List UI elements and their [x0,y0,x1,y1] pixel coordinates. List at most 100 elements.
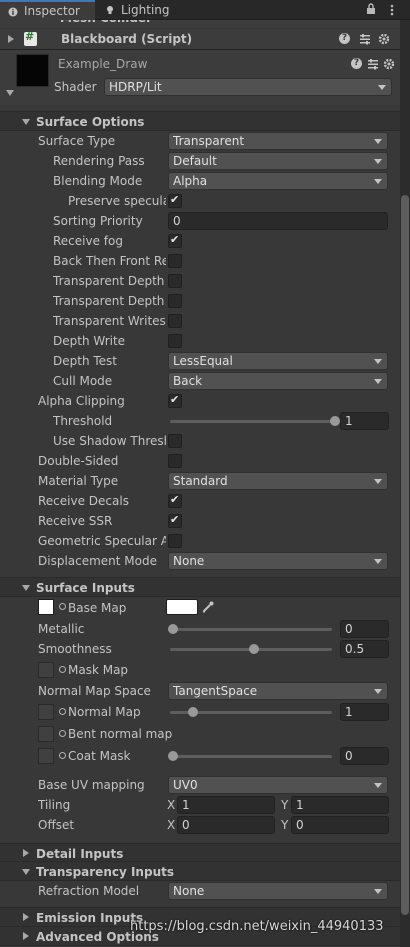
refraction-model-dropdown[interactable]: None [168,882,388,900]
transparent-writes-motion-checkbox[interactable] [168,314,182,328]
sorting-priority-value: 0 [173,214,181,228]
threshold-slider-knob[interactable] [330,416,340,426]
lock-icon[interactable] [366,3,376,15]
receive-decals-checkbox[interactable] [168,493,182,508]
depth-test-dropdown[interactable]: LessEqual [168,352,388,370]
preserve-specular-checkbox[interactable] [168,193,182,208]
coat-mask-slider-knob[interactable] [168,751,178,761]
displacement-mode-dropdown[interactable]: None [168,552,388,570]
tiling-y-field[interactable]: 1 [291,796,389,814]
transparent-depth-prepass-label: Transparent Depth P [53,274,166,288]
surface-inputs-header[interactable]: Surface Inputs [0,577,400,597]
object-picker-icon[interactable] [59,666,66,673]
blending-mode-label: Blending Mode [53,174,143,188]
blackboard-component-header[interactable]: # Blackboard (Script) ? [0,29,400,49]
coat-mask-slider-track[interactable] [170,755,332,758]
scrollbar-thumb[interactable] [401,195,409,915]
cull-mode-dropdown[interactable]: Back [168,372,388,390]
double-sided-checkbox[interactable] [168,454,182,468]
mesh-collider-header[interactable]: Mesh Collider [0,20,400,28]
base-color-swatch[interactable] [166,599,198,615]
normal-map-slider-knob[interactable] [188,707,199,717]
offset-label: Offset [38,818,75,832]
alpha-clipping-checkbox[interactable] [168,393,182,408]
preserve-specular-label: Preserve specula [68,194,166,208]
offset-y-label: Y [281,818,289,832]
use-shadow-threshold-checkbox[interactable] [168,434,182,448]
help-icon[interactable]: ? [339,33,350,44]
foldout-arrow-icon [23,932,29,940]
normal-map-space-dropdown[interactable]: TangentSpace [168,682,388,700]
normal-map-field[interactable]: 1 [340,703,389,721]
object-picker-icon[interactable] [59,752,66,759]
surface-options-header[interactable]: Surface Options [0,111,400,131]
surface-type-label: Surface Type [38,134,116,148]
transparency-inputs-header[interactable]: Transparency Inputs [0,861,400,881]
chevron-down-icon [374,559,382,564]
smoothness-slider-knob[interactable] [249,644,259,654]
normal-map-texture-slot[interactable] [38,704,54,720]
preset-icon[interactable] [359,33,371,45]
blending-mode-dropdown[interactable]: Alpha [168,172,388,190]
transparent-depth-prepass-checkbox[interactable] [168,274,182,288]
material-help-icon[interactable]: ? [351,58,362,69]
foldout-arrow-icon[interactable] [8,35,14,43]
metallic-slider-knob[interactable] [168,624,178,634]
material-type-dropdown[interactable]: Standard [168,472,388,490]
back-then-front-checkbox[interactable] [168,254,182,268]
smoothness-field[interactable]: 0.5 [340,640,389,658]
offset-y-field[interactable]: 0 [291,816,389,834]
sorting-priority-field[interactable]: 0 [168,212,388,230]
material-settings-icon[interactable] [383,58,395,70]
offset-x-field[interactable]: 0 [177,816,275,834]
tiling-x-field[interactable]: 1 [177,796,275,814]
settings-gear-icon[interactable] [378,33,390,45]
coat-mask-texture-slot[interactable] [38,748,54,764]
transparent-depth-postpass-label: Transparent Depth P [53,294,166,308]
normal-map-space-value: TangentSpace [173,684,258,698]
tab-lighting[interactable]: Lighting [97,0,177,20]
coat-mask-field[interactable]: 0 [340,747,389,765]
back-then-front-label: Back Then Front Ren [53,254,166,268]
material-foldout-icon[interactable] [6,90,14,96]
depth-write-checkbox[interactable] [168,334,182,348]
displacement-mode-value: None [173,554,205,568]
sorting-priority-label: Sorting Priority [53,214,143,228]
depth-test-value: LessEqual [173,354,233,368]
mask-map-texture-slot[interactable] [38,662,54,678]
chevron-down-icon [374,179,382,184]
metallic-field[interactable]: 0 [340,620,389,638]
material-name: Example_Draw [58,57,148,71]
geometric-specular-aa-checkbox[interactable] [168,534,182,548]
base-map-texture-slot[interactable] [38,599,54,615]
tiling-x-value: 1 [182,798,190,812]
threshold-slider-track[interactable] [170,420,332,423]
material-preview-thumbnail[interactable] [16,54,49,87]
metallic-slider-track[interactable] [170,628,332,631]
base-uv-mapping-dropdown[interactable]: UV0 [168,776,388,794]
surface-options-title: Surface Options [36,115,145,129]
info-icon [8,7,18,17]
eyedropper-icon[interactable] [201,600,215,614]
receive-fog-checkbox[interactable] [168,233,182,248]
rendering-pass-dropdown[interactable]: Default [168,152,388,170]
object-picker-icon[interactable] [59,708,66,715]
offset-y-value: 0 [296,818,304,832]
object-picker-icon[interactable] [59,730,66,737]
foldout-arrow-icon [23,849,29,857]
more-menu-icon[interactable] [386,2,398,18]
tab-inspector[interactable]: Inspector [0,0,95,20]
surface-type-dropdown[interactable]: Transparent [168,132,388,150]
object-picker-icon[interactable] [59,603,66,610]
bent-normal-map-texture-slot[interactable] [38,726,54,742]
transparent-depth-postpass-checkbox[interactable] [168,294,182,308]
threshold-field[interactable]: 1 [340,412,389,430]
transparency-inputs-title: Transparency Inputs [36,865,174,879]
base-uv-mapping-label: Base UV mapping [38,778,145,792]
detail-inputs-header[interactable]: Detail Inputs [0,843,400,863]
base-uv-mapping-value: UV0 [173,778,198,792]
receive-ssr-checkbox[interactable] [168,513,182,528]
blackboard-title: Blackboard (Script) [61,32,193,46]
material-preset-icon[interactable] [367,58,379,70]
shader-dropdown[interactable]: HDRP/Lit [104,78,392,96]
